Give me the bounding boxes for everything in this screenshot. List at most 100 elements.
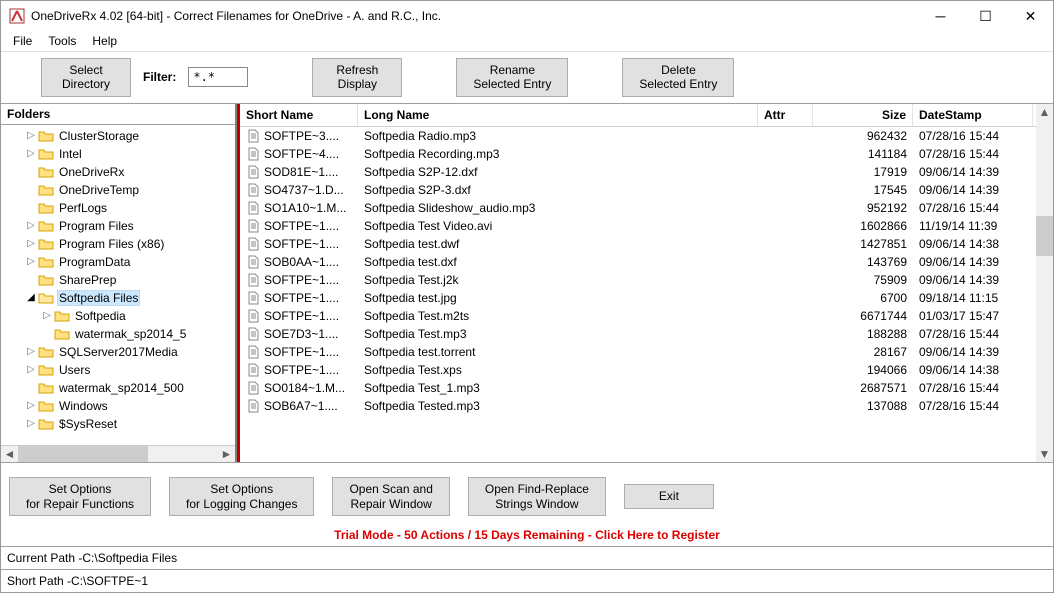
close-button[interactable]: ✕ <box>1008 1 1053 31</box>
column-attr[interactable]: Attr <box>758 104 813 126</box>
table-row[interactable]: SO0184~1.M...Softpedia Test_1.mp32687571… <box>240 379 1036 397</box>
minimize-button[interactable]: ─ <box>918 1 963 31</box>
expand-icon[interactable]: ▷ <box>25 400 37 412</box>
cell-date: 07/28/16 15:44 <box>913 129 1033 143</box>
cell-date: 07/28/16 15:44 <box>913 147 1033 161</box>
set-options-logging-button[interactable]: Set Options for Logging Changes <box>169 477 314 516</box>
menu-help[interactable]: Help <box>84 32 125 50</box>
expand-icon[interactable]: ▷ <box>25 148 37 160</box>
expand-icon[interactable]: ▷ <box>25 418 37 430</box>
cell-short-name: SOB6A7~1.... <box>264 399 338 413</box>
column-size[interactable]: Size <box>813 104 913 126</box>
scroll-down-icon[interactable]: ▼ <box>1036 445 1053 462</box>
expand-icon[interactable]: ▷ <box>25 364 37 376</box>
menu-tools[interactable]: Tools <box>40 32 84 50</box>
table-row[interactable]: SOB0AA~1....Softpedia test.dxf14376909/0… <box>240 253 1036 271</box>
expand-icon[interactable]: ◢ <box>25 292 37 304</box>
rename-selected-button[interactable]: Rename Selected Entry <box>456 58 568 97</box>
file-scrollbar-vertical[interactable]: ▲ ▼ <box>1036 104 1053 462</box>
tree-item[interactable]: watermak_sp2014_500 <box>1 379 235 397</box>
expand-icon[interactable]: ▷ <box>25 130 37 142</box>
refresh-display-button[interactable]: Refresh Display <box>312 58 402 97</box>
tree-item[interactable]: ▷Program Files (x86) <box>1 235 235 253</box>
cell-size: 17545 <box>813 183 913 197</box>
scroll-up-icon[interactable]: ▲ <box>1036 104 1053 121</box>
table-row[interactable]: SOFTPE~1....Softpedia test.dwf142785109/… <box>240 235 1036 253</box>
file-list[interactable]: Short Name Long Name Attr Size DateStamp… <box>240 104 1036 462</box>
cell-date: 07/28/16 15:44 <box>913 381 1033 395</box>
expand-icon[interactable]: ▷ <box>41 310 53 322</box>
column-long-name[interactable]: Long Name <box>358 104 758 126</box>
tree-item-label: PerfLogs <box>57 200 109 216</box>
table-row[interactable]: SOB6A7~1....Softpedia Tested.mp313708807… <box>240 397 1036 415</box>
cell-short-name: SOB0AA~1.... <box>264 255 339 269</box>
tree-item[interactable]: watermak_sp2014_5 <box>1 325 235 343</box>
tree-item-label: SQLServer2017Media <box>57 344 180 360</box>
table-row[interactable]: SOFTPE~3....Softpedia Radio.mp396243207/… <box>240 127 1036 145</box>
scroll-left-icon[interactable]: ◄ <box>1 446 18 463</box>
tree-item[interactable]: OneDriveTemp <box>1 181 235 199</box>
table-row[interactable]: SOFTPE~1....Softpedia Test Video.avi1602… <box>240 217 1036 235</box>
table-row[interactable]: SOFTPE~1....Softpedia Test.j2k7590909/06… <box>240 271 1036 289</box>
expand-icon[interactable] <box>25 382 37 394</box>
column-short-name[interactable]: Short Name <box>240 104 358 126</box>
cell-size: 962432 <box>813 129 913 143</box>
select-directory-button[interactable]: Select Directory <box>41 58 131 97</box>
tree-item[interactable]: ▷Program Files <box>1 217 235 235</box>
scroll-right-icon[interactable]: ► <box>218 446 235 463</box>
expand-icon[interactable]: ▷ <box>25 238 37 250</box>
open-find-replace-button[interactable]: Open Find-Replace Strings Window <box>468 477 606 516</box>
expand-icon[interactable] <box>41 328 53 340</box>
folder-tree[interactable]: ▷ClusterStorage▷IntelOneDriveRxOneDriveT… <box>1 125 235 445</box>
scroll-thumb-horizontal[interactable] <box>18 446 148 463</box>
tree-item[interactable]: PerfLogs <box>1 199 235 217</box>
tree-item-label: Intel <box>57 146 84 162</box>
tree-item[interactable]: OneDriveRx <box>1 163 235 181</box>
cell-long-name: Softpedia test.torrent <box>358 345 758 359</box>
expand-icon[interactable]: ▷ <box>25 346 37 358</box>
expand-icon[interactable] <box>25 184 37 196</box>
table-row[interactable]: SOE7D3~1....Softpedia Test.mp318828807/2… <box>240 325 1036 343</box>
tree-item[interactable]: ▷ SQLServer2017Media <box>1 343 235 361</box>
cell-short-name: SOFTPE~1.... <box>264 237 339 251</box>
menu-file[interactable]: File <box>5 32 40 50</box>
tree-item[interactable]: ▷ Intel <box>1 145 235 163</box>
expand-icon[interactable]: ▷ <box>25 256 37 268</box>
cell-size: 28167 <box>813 345 913 359</box>
expand-icon[interactable]: ▷ <box>25 220 37 232</box>
trial-banner[interactable]: Trial Mode - 50 Actions / 15 Days Remain… <box>1 526 1053 546</box>
file-icon <box>246 183 260 197</box>
table-row[interactable]: SOFTPE~4....Softpedia Recording.mp314118… <box>240 145 1036 163</box>
filter-input[interactable] <box>188 67 248 87</box>
table-row[interactable]: SOFTPE~1....Softpedia test.jpg670009/18/… <box>240 289 1036 307</box>
tree-scrollbar-horizontal[interactable]: ◄ ► <box>1 445 235 462</box>
table-row[interactable]: SOFTPE~1....Softpedia Test.m2ts667174401… <box>240 307 1036 325</box>
tree-item-label: $SysReset <box>57 416 119 432</box>
exit-button[interactable]: Exit <box>624 484 714 508</box>
scroll-thumb-vertical[interactable] <box>1036 216 1053 256</box>
tree-item[interactable]: ▷ClusterStorage <box>1 127 235 145</box>
open-scan-repair-button[interactable]: Open Scan and Repair Window <box>332 477 449 516</box>
tree-item[interactable]: ◢Softpedia Files <box>1 289 235 307</box>
set-options-repair-button[interactable]: Set Options for Repair Functions <box>9 477 151 516</box>
table-row[interactable]: SOD81E~1....Softpedia S2P-12.dxf1791909/… <box>240 163 1036 181</box>
table-row[interactable]: SOFTPE~1....Softpedia Test.xps19406609/0… <box>240 361 1036 379</box>
maximize-button[interactable]: ☐ <box>963 1 1008 31</box>
expand-icon[interactable] <box>25 274 37 286</box>
tree-item[interactable]: ▷Users <box>1 361 235 379</box>
tree-item[interactable]: SharePrep <box>1 271 235 289</box>
tree-item[interactable]: ▷ProgramData <box>1 253 235 271</box>
table-row[interactable]: SOFTPE~1....Softpedia test.torrent281670… <box>240 343 1036 361</box>
expand-icon[interactable] <box>25 202 37 214</box>
cell-short-name: SO0184~1.M... <box>264 381 345 395</box>
table-row[interactable]: SO1A10~1.M...Softpedia Slideshow_audio.m… <box>240 199 1036 217</box>
tree-item[interactable]: ▷ $SysReset <box>1 415 235 433</box>
status-short-path: Short Path - C:\SOFTPE~1 <box>1 569 1053 592</box>
table-row[interactable]: SO4737~1.D...Softpedia S2P-3.dxf1754509/… <box>240 181 1036 199</box>
tree-item[interactable]: ▷Windows <box>1 397 235 415</box>
column-datestamp[interactable]: DateStamp <box>913 104 1033 126</box>
file-icon <box>246 345 260 359</box>
expand-icon[interactable] <box>25 166 37 178</box>
tree-item[interactable]: ▷Softpedia <box>1 307 235 325</box>
delete-selected-button[interactable]: Delete Selected Entry <box>622 58 734 97</box>
